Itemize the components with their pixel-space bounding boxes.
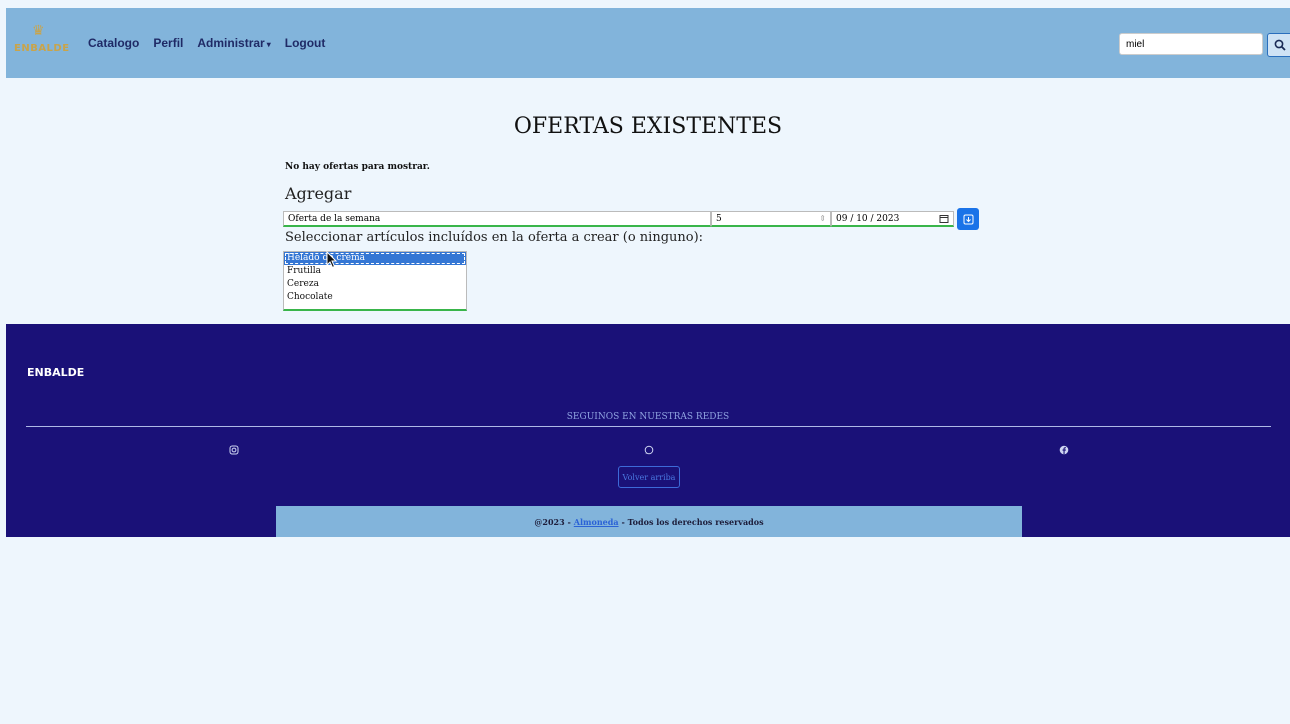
search-button[interactable] bbox=[1267, 33, 1290, 57]
offer-name-value: Oferta de la semana bbox=[288, 213, 381, 224]
footer: ENBALDE SEGUINOS EN NUESTRAS REDES Volve… bbox=[6, 324, 1290, 537]
nav-link-perfil[interactable]: Perfil bbox=[153, 36, 183, 50]
copyright-bar: @2023 - Almoneda - Todos los derechos re… bbox=[276, 506, 1022, 537]
nav-links: Catalogo Perfil Administrar ▾ Logout bbox=[88, 36, 339, 50]
instagram-icon bbox=[229, 445, 239, 455]
mouse-cursor-icon bbox=[326, 251, 338, 269]
follow-heading: SEGUINOS EN NUESTRAS REDES bbox=[566, 412, 730, 422]
calendar-icon[interactable] bbox=[939, 214, 949, 224]
brand-logo[interactable]: ♛ ENBALDE bbox=[14, 23, 70, 61]
nav-dropdown-label: Administrar bbox=[197, 36, 265, 50]
empty-message: No hay ofertas para mostrar. bbox=[285, 162, 430, 172]
list-item-chocolate[interactable]: Chocolate bbox=[284, 291, 466, 304]
save-offer-button[interactable] bbox=[957, 208, 979, 230]
nav-link-logout[interactable]: Logout bbox=[285, 36, 326, 50]
offer-name-field[interactable]: Oferta de la semana bbox=[283, 211, 711, 227]
footer-divider bbox=[26, 426, 1271, 427]
chevron-down-icon: ▾ bbox=[266, 40, 271, 49]
copyright-prefix: @2023 - bbox=[534, 516, 571, 527]
copyright-link[interactable]: Almoneda bbox=[574, 517, 619, 527]
list-item-frutilla[interactable]: Frutilla bbox=[284, 265, 466, 278]
date-value: 09 / 10 / 2023 bbox=[836, 213, 900, 224]
items-listbox[interactable]: Helado de crema Frutilla Cereza Chocolat… bbox=[283, 251, 467, 311]
search-form bbox=[1119, 33, 1290, 57]
list-item-cereza[interactable]: Cereza bbox=[284, 278, 466, 291]
search-input[interactable] bbox=[1119, 33, 1263, 55]
facebook-link[interactable] bbox=[1057, 443, 1071, 457]
save-icon bbox=[963, 214, 973, 224]
nav-link-catalogo[interactable]: Catalogo bbox=[88, 36, 139, 50]
discount-value: 5 bbox=[716, 213, 722, 224]
logo-text: ENBALDE bbox=[14, 43, 70, 54]
facebook-icon bbox=[1059, 445, 1069, 455]
footer-brand: ENBALDE bbox=[27, 366, 85, 379]
whatsapp-link[interactable] bbox=[642, 443, 656, 457]
instagram-link[interactable] bbox=[227, 443, 241, 457]
nav-dropdown-administrar[interactable]: Administrar ▾ bbox=[197, 36, 270, 50]
page: ♛ ENBALDE Catalogo Perfil Administrar ▾ L… bbox=[6, 8, 1290, 724]
search-icon bbox=[1274, 39, 1286, 51]
add-offer-form: Oferta de la semana 5 ⇕ 09 / 10 / 2023 bbox=[283, 208, 979, 230]
whatsapp-icon bbox=[644, 445, 654, 455]
list-item-helado-de-crema[interactable]: Helado de crema bbox=[284, 252, 466, 265]
add-heading: Agregar bbox=[285, 184, 352, 203]
copyright-suffix: - Todos los derechos reservados bbox=[621, 516, 764, 527]
back-to-top-button[interactable]: Volver arriba bbox=[618, 466, 680, 488]
navbar: ♛ ENBALDE Catalogo Perfil Administrar ▾ L… bbox=[6, 8, 1290, 78]
spinner-icon[interactable]: ⇕ bbox=[819, 214, 826, 223]
crown-icon: ♛ bbox=[32, 23, 45, 39]
discount-field[interactable]: 5 ⇕ bbox=[711, 211, 831, 227]
select-items-label: Seleccionar artículos incluídos en la of… bbox=[285, 230, 704, 245]
page-title: OFERTAS EXISTENTES bbox=[513, 114, 783, 139]
date-field[interactable]: 09 / 10 / 2023 bbox=[831, 211, 954, 227]
